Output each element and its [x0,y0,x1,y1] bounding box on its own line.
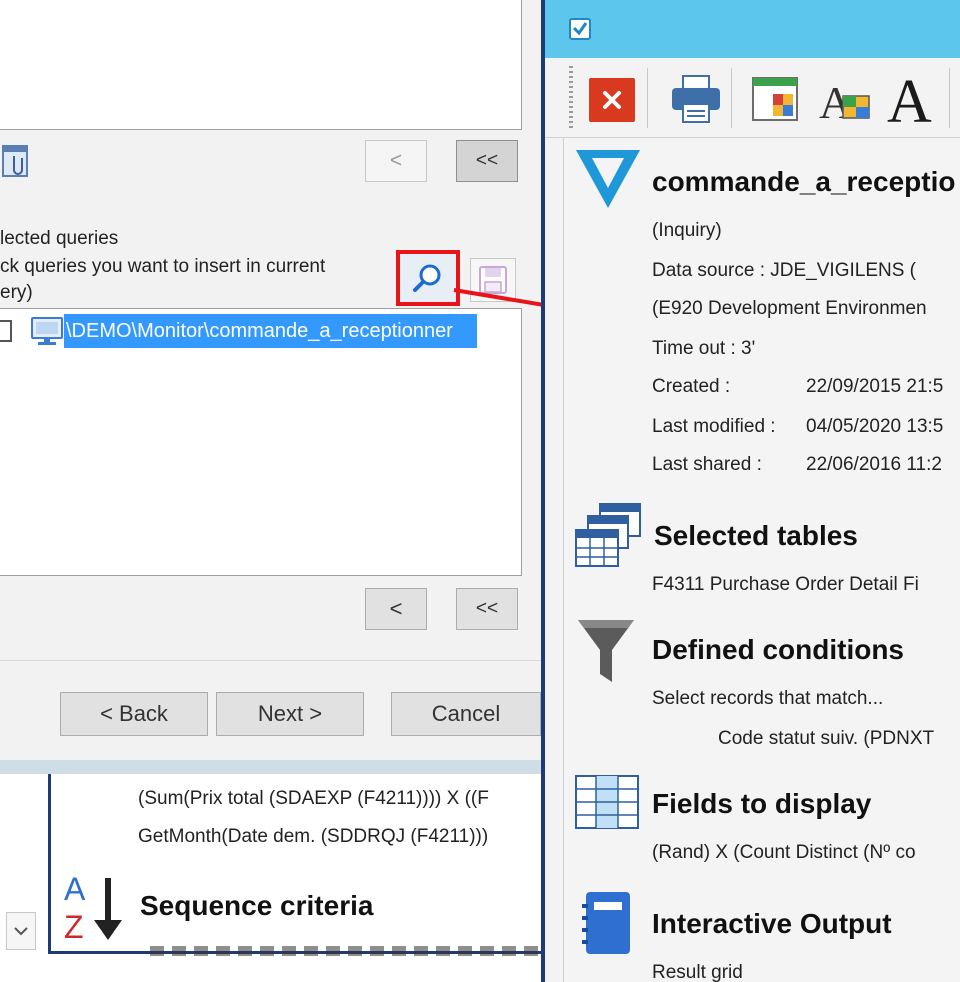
remove-all-queries-button[interactable]: << [456,140,518,182]
preview-query-button[interactable] [396,250,460,306]
timeout: Time out : 3' [652,338,756,359]
printer-icon [672,75,720,123]
scrollbar-down-arrow[interactable] [6,912,36,950]
close-report-button[interactable] [589,78,635,122]
wizard-divider [0,660,545,661]
svg-text:A: A [64,871,86,907]
filter-icon [576,618,636,686]
close-icon [603,91,621,109]
font-button[interactable]: A [885,66,941,136]
fields-value: (Rand) X (Count Distinct (Nº co [652,842,916,863]
app-icon [569,18,591,40]
toolbar-separator [731,68,732,128]
tables-icon [574,502,644,570]
font-icon: A [887,68,932,136]
output-value: Result grid [652,962,743,982]
background-panel-strip [0,760,545,774]
chevron-down-icon [14,927,28,936]
back-button[interactable]: < Back [60,692,208,736]
toolbar-separator [949,68,950,128]
cancel-button[interactable]: Cancel [391,692,541,736]
background-line-2: GetMonth(Date dem. (SDDRQJ (F4211))) [138,826,489,847]
page-layout-button[interactable] [751,74,803,124]
report-window: A A commande_a_receptio (Inquiry) Data s… [541,0,960,982]
report-title-bar [545,0,960,58]
next-button[interactable]: Next > [216,692,364,736]
created-label: Created : [652,376,731,397]
background-cutoff-text [150,946,545,956]
created-value: 22/09/2015 21:5 [806,376,944,397]
remove-query-button[interactable]: < [365,140,427,182]
last-modified-value: 04/05/2020 13:5 [806,416,944,437]
toolbar-grip [569,66,573,130]
last-modified-label: Last modified : [652,416,776,437]
last-shared-value: 22/06/2016 11:2 [806,454,942,475]
print-button[interactable] [669,74,723,124]
top-list-box [0,0,522,130]
page-layout-icon [752,77,798,121]
query-type: (Inquiry) [652,220,722,241]
remove-all-queries-button-bottom[interactable]: << [456,588,518,630]
data-source: Data source : JDE_VIGILENS ( [652,260,916,281]
svg-text:A: A [887,68,932,128]
sort-az-icon: A Z [60,870,132,945]
attachment-icon[interactable] [2,140,34,180]
notebook-icon [582,890,634,956]
fields-icon [574,774,640,830]
style-icon: A [819,77,870,128]
report-content: commande_a_receptio (Inquiry) Data sourc… [563,138,960,982]
conditions-line-1: Select records that match... [652,688,884,709]
style-button[interactable]: A [817,74,873,128]
defined-conditions-heading: Defined conditions [652,634,904,665]
query-item-selected[interactable]: \DEMO\Monitor\commande_a_receptionner [64,314,477,348]
toolbar-separator [647,68,648,128]
environment: (E920 Development Environmen [652,298,927,319]
queries-list[interactable] [0,308,522,576]
interactive-output-heading: Interactive Output [652,908,892,939]
logo-icon [576,148,640,210]
report-toolbar: A A [545,58,960,138]
fields-to-display-heading: Fields to display [652,788,872,819]
search-icon [413,264,441,292]
sequence-criteria-heading: Sequence criteria [140,890,374,921]
query-checkbox[interactable] [0,320,12,342]
svg-text:Z: Z [64,909,84,944]
remove-query-button-bottom[interactable]: < [365,588,427,630]
last-shared-label: Last shared : [652,454,762,475]
selected-tables-value: F4311 Purchase Order Detail Fi [652,574,919,595]
section-title: lected queries [0,228,119,249]
background-line-1: (Sum(Prix total (SDAEXP (F4211)))) X ((F [138,788,489,809]
query-title: commande_a_receptio [652,166,956,197]
section-description-line1: ck queries you want to insert in current [0,256,326,277]
section-description-line2: ery) [0,282,33,303]
monitor-icon [30,316,64,348]
conditions-line-2: Code statut suiv. (PDNXT [718,728,935,749]
selected-tables-heading: Selected tables [654,520,858,551]
